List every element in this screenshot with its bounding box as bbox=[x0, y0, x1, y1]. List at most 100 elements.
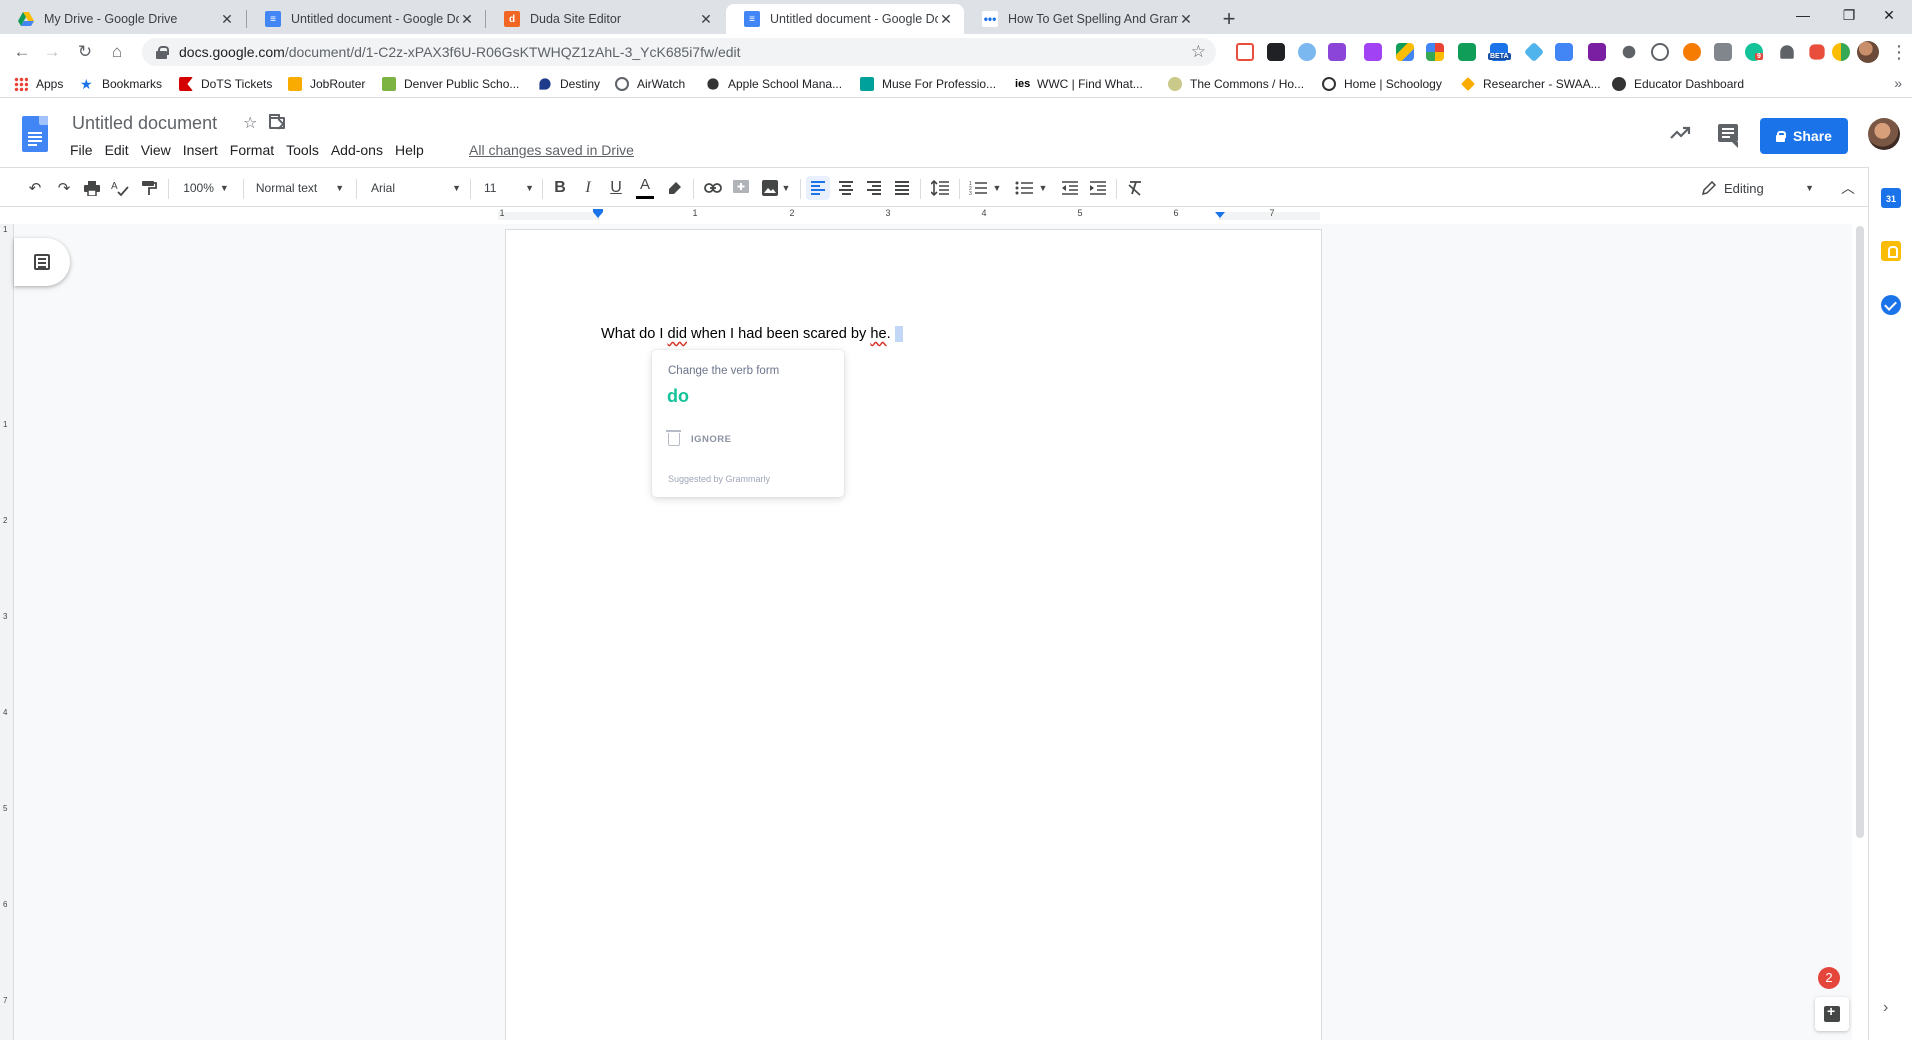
reload-icon[interactable]: ↻ bbox=[72, 39, 98, 65]
extension-blue-icon[interactable] bbox=[1555, 43, 1573, 61]
grammar-error-word[interactable]: did bbox=[668, 326, 687, 342]
line-spacing-icon[interactable] bbox=[928, 176, 952, 200]
move-to-folder-icon[interactable] bbox=[269, 114, 285, 129]
extension-arrow-icon[interactable] bbox=[1236, 43, 1254, 61]
minimize-button[interactable]: — bbox=[1780, 0, 1826, 30]
docs-logo-icon[interactable] bbox=[22, 116, 48, 152]
spellcheck-icon[interactable]: A bbox=[108, 176, 132, 200]
keep-icon[interactable] bbox=[1881, 241, 1901, 261]
grammar-error-word[interactable]: he bbox=[870, 326, 886, 342]
extension-diamond-icon[interactable] bbox=[1523, 41, 1545, 63]
bookmark-dots-tickets[interactable]: DoTS Tickets bbox=[179, 75, 272, 93]
account-avatar[interactable] bbox=[1868, 118, 1900, 150]
menu-insert[interactable]: Insert bbox=[177, 140, 224, 160]
extension-purple-icon[interactable] bbox=[1328, 43, 1346, 61]
left-indent-marker[interactable] bbox=[593, 212, 603, 218]
align-left-button[interactable] bbox=[806, 176, 830, 200]
paint-format-icon[interactable] bbox=[137, 176, 161, 200]
extension-beta-icon[interactable]: BETA bbox=[1488, 43, 1511, 61]
calendar-icon[interactable]: 31 bbox=[1881, 188, 1901, 208]
highlight-color-icon[interactable] bbox=[663, 176, 687, 200]
horizontal-ruler[interactable]: 1 1 2 3 4 5 6 7 bbox=[498, 208, 1320, 224]
menu-tools[interactable]: Tools bbox=[280, 140, 325, 160]
extension-layers-icon[interactable] bbox=[1267, 43, 1285, 61]
underline-button[interactable]: U bbox=[604, 176, 628, 200]
extension-orange-icon[interactable] bbox=[1683, 43, 1701, 61]
vertical-scrollbar[interactable] bbox=[1852, 224, 1868, 1040]
explore-button[interactable] bbox=[1815, 997, 1849, 1031]
bookmark-apps[interactable]: Apps bbox=[14, 75, 63, 93]
bookmark-schoology[interactable]: Home | Schoology bbox=[1322, 75, 1442, 93]
more-bookmarks-icon[interactable]: » bbox=[1894, 75, 1902, 91]
print-icon[interactable] bbox=[80, 176, 104, 200]
align-right-button[interactable] bbox=[862, 176, 886, 200]
bookmark-denver-public-schools[interactable]: Denver Public Scho... bbox=[382, 75, 519, 93]
share-button[interactable]: Share bbox=[1760, 118, 1848, 154]
insert-image-button[interactable]: ▼ bbox=[758, 176, 794, 200]
extension-green-icon[interactable] bbox=[1458, 43, 1476, 61]
vertical-ruler[interactable]: 1 1 2 3 4 5 6 7 bbox=[0, 224, 14, 1040]
tasks-icon[interactable] bbox=[1881, 295, 1901, 315]
document-outline-button[interactable] bbox=[14, 238, 70, 286]
extension-multicolor-icon[interactable] bbox=[1426, 43, 1444, 61]
document-page[interactable] bbox=[505, 229, 1322, 1040]
forward-arrow-icon[interactable]: → bbox=[39, 39, 65, 65]
bookmark-the-commons[interactable]: The Commons / Ho... bbox=[1168, 75, 1304, 93]
grammarly-alert-count-badge[interactable]: 2 bbox=[1818, 967, 1840, 989]
decrease-indent-icon[interactable] bbox=[1058, 176, 1082, 200]
italic-button[interactable]: I bbox=[576, 176, 600, 200]
trash-icon[interactable] bbox=[666, 430, 681, 446]
close-tab-icon[interactable]: ✕ bbox=[938, 11, 954, 27]
tab-my-drive[interactable]: My Drive - Google Drive ✕ bbox=[0, 4, 245, 34]
right-indent-marker[interactable] bbox=[1215, 212, 1225, 218]
browser-menu-icon[interactable]: ⋮ bbox=[1890, 40, 1908, 64]
increase-indent-icon[interactable] bbox=[1086, 176, 1110, 200]
tab-untitled-document-active[interactable]: ≡ Untitled document - Google Doc ✕ bbox=[726, 4, 964, 34]
bookmark-airwatch[interactable]: AirWatch bbox=[615, 75, 685, 93]
bookmark-muse[interactable]: Muse For Professio... bbox=[860, 75, 996, 93]
activity-dashboard-icon[interactable] bbox=[1668, 121, 1692, 145]
menu-view[interactable]: View bbox=[135, 140, 177, 160]
menu-add-ons[interactable]: Add-ons bbox=[325, 140, 389, 160]
editing-mode-select[interactable]: Editing ▼ bbox=[1702, 176, 1814, 200]
undo-icon[interactable]: ↶ bbox=[23, 176, 47, 200]
paragraph-style-select[interactable]: Normal text ▼ bbox=[252, 176, 348, 200]
save-status-link[interactable]: All changes saved in Drive bbox=[469, 142, 634, 158]
star-icon[interactable]: ☆ bbox=[243, 113, 257, 133]
tab-duda-site-editor[interactable]: d Duda Site Editor ✕ bbox=[486, 4, 724, 34]
chevron-right-icon[interactable]: › bbox=[1883, 999, 1888, 1017]
redo-icon[interactable]: ↷ bbox=[52, 176, 76, 200]
close-tab-icon[interactable]: ✕ bbox=[1178, 11, 1194, 27]
document-body-text[interactable]: What do I did when I had been scared by … bbox=[601, 326, 903, 343]
profile-avatar[interactable] bbox=[1857, 41, 1879, 63]
extension-check-icon[interactable] bbox=[1832, 43, 1850, 61]
document-title[interactable]: Untitled document bbox=[72, 113, 217, 134]
bulleted-list-button[interactable]: ▼ bbox=[1012, 176, 1050, 200]
home-icon[interactable]: ⌂ bbox=[104, 39, 130, 65]
tab-how-to-get-spelling[interactable]: ••• How To Get Spelling And Gramm ✕ bbox=[964, 4, 1204, 34]
chevron-up-icon[interactable]: ︿ bbox=[1836, 176, 1860, 200]
bookmark-wwc[interactable]: ies WWC | Find What... bbox=[1015, 75, 1143, 93]
close-window-button[interactable]: ✕ bbox=[1866, 0, 1912, 30]
extension-drive-icon[interactable] bbox=[1396, 43, 1414, 61]
bookmark-jobrouter[interactable]: JobRouter bbox=[288, 75, 365, 93]
menu-format[interactable]: Format bbox=[224, 140, 280, 160]
extension-bulb-icon[interactable] bbox=[1780, 45, 1794, 59]
justify-button[interactable] bbox=[890, 176, 914, 200]
extension-gray-dot-icon[interactable] bbox=[1622, 45, 1636, 59]
numbered-list-button[interactable]: 123 ▼ bbox=[966, 176, 1004, 200]
menu-edit[interactable]: Edit bbox=[99, 140, 135, 160]
close-tab-icon[interactable]: ✕ bbox=[698, 11, 714, 27]
scrollbar-thumb[interactable] bbox=[1856, 226, 1864, 838]
add-comment-icon[interactable] bbox=[729, 176, 753, 200]
grammarly-extension-icon[interactable]: 9 bbox=[1745, 43, 1763, 61]
close-tab-icon[interactable]: ✕ bbox=[459, 11, 475, 27]
bookmark-bookmarks[interactable]: ★ Bookmarks bbox=[80, 75, 162, 93]
back-arrow-icon[interactable]: ← bbox=[9, 39, 35, 65]
bookmark-educator-dashboard[interactable]: Educator Dashboard bbox=[1612, 75, 1744, 93]
bookmark-destiny[interactable]: Destiny bbox=[538, 75, 600, 93]
menu-help[interactable]: Help bbox=[389, 140, 430, 160]
tab-untitled-document-1[interactable]: ≡ Untitled document - Google Doc ✕ bbox=[247, 4, 485, 34]
font-size-select[interactable]: 11 ▼ bbox=[478, 176, 534, 200]
extension-gray-icon[interactable] bbox=[1714, 43, 1732, 61]
